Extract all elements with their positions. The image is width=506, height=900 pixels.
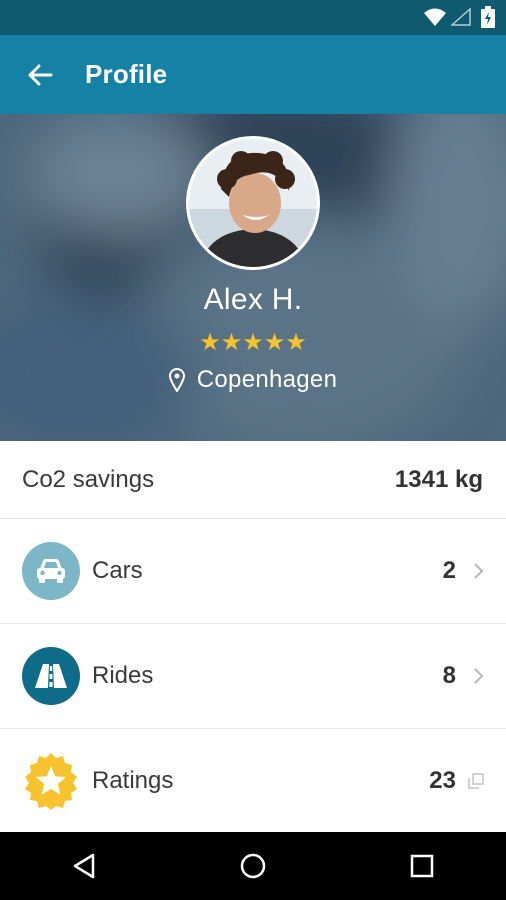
nav-back-button[interactable] (54, 836, 114, 896)
profile-stats-list: Co2 savings 1341 kg Cars 2 Rides 8 Ratin… (0, 441, 506, 834)
profile-header: Alex H. ★★★★★ Copenhagen (0, 114, 506, 441)
cars-count: 2 (442, 557, 456, 584)
battery-icon (481, 6, 495, 28)
cell-signal-icon (451, 8, 471, 26)
profile-name: Alex H. (203, 283, 303, 316)
home-nav-icon (240, 853, 266, 879)
rides-row[interactable]: Rides 8 (0, 624, 506, 729)
status-bar (0, 0, 506, 35)
road-icon (22, 647, 80, 705)
location-label: Copenhagen (196, 366, 338, 393)
back-button[interactable] (20, 55, 60, 95)
nav-home-button[interactable] (223, 836, 283, 896)
page-title: Profile (85, 59, 168, 89)
star-badge-icon (22, 752, 80, 810)
car-icon (22, 542, 80, 600)
rating-stars: ★★★★★ (199, 329, 307, 356)
rides-count: 8 (442, 662, 456, 689)
ratings-row[interactable]: Ratings 23 (0, 729, 506, 834)
wifi-icon (424, 8, 446, 26)
external-icon (468, 773, 484, 789)
arrow-left-icon (28, 64, 53, 85)
co2-value: 1341 kg (394, 465, 483, 493)
cars-label: Cars (92, 557, 143, 584)
cars-row[interactable]: Cars 2 (0, 519, 506, 624)
ratings-label: Ratings (92, 767, 174, 794)
location-pin-icon (168, 368, 185, 392)
system-nav-bar (0, 832, 506, 900)
chevron-right-icon (474, 668, 484, 684)
avatar[interactable] (186, 136, 320, 270)
location: Copenhagen (0, 366, 506, 394)
nav-recents-button[interactable] (392, 836, 452, 896)
co2-savings-row: Co2 savings 1341 kg (0, 441, 506, 519)
recents-nav-icon (410, 854, 433, 878)
avatar-photo (189, 139, 317, 267)
ratings-count: 23 (429, 767, 456, 794)
rides-label: Rides (92, 662, 154, 689)
chevron-right-icon (474, 563, 484, 579)
app-bar: Profile (0, 35, 506, 114)
co2-label: Co2 savings (22, 465, 155, 493)
back-nav-icon (74, 853, 95, 879)
